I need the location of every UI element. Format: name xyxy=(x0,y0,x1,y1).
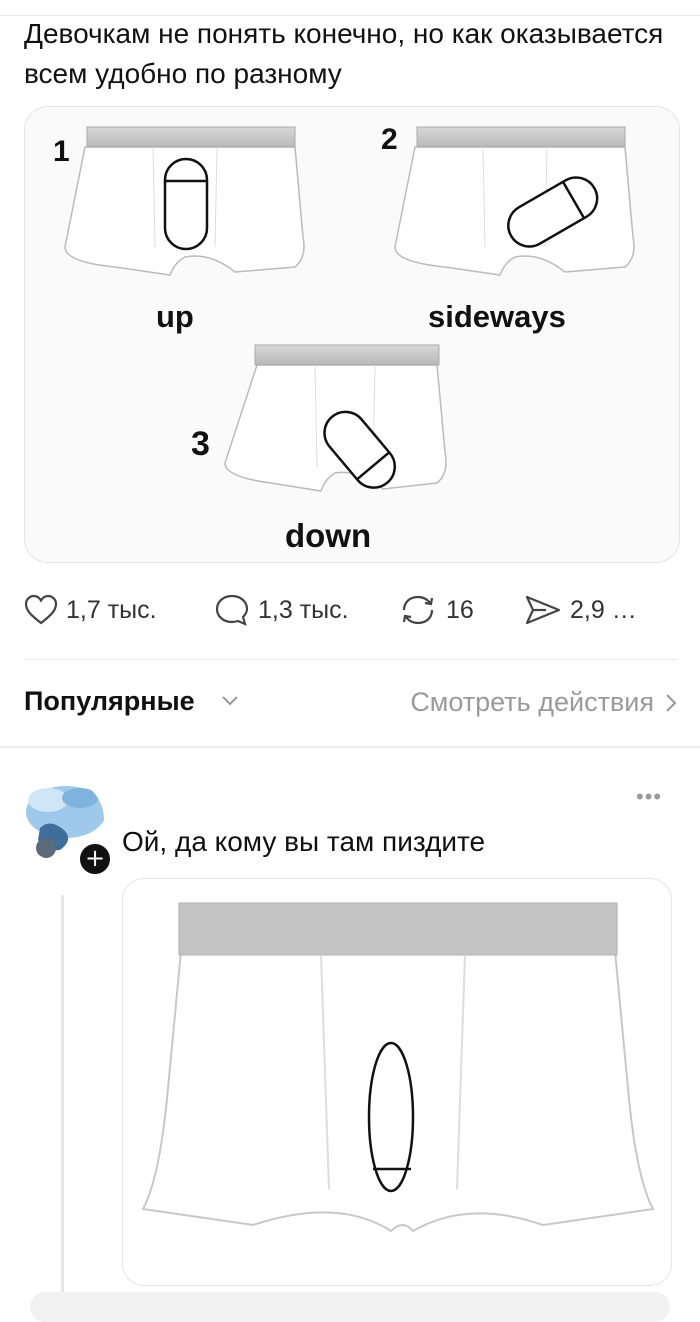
reply-avatar-area[interactable]: + xyxy=(20,778,112,876)
reply-image[interactable] xyxy=(122,878,672,1286)
next-comment-preview xyxy=(30,1292,670,1322)
underwear-3 xyxy=(224,344,447,492)
panel-1-number: 1 xyxy=(53,135,70,168)
like-count: 1,7 тыс. xyxy=(66,595,157,624)
heart-icon xyxy=(24,594,58,625)
post-actions-bar: 1,7 тыс. 1,3 тыс. 16 2,9 … xyxy=(24,588,664,632)
underwear-2 xyxy=(394,126,635,276)
position-up-shape xyxy=(163,157,209,251)
repost-count: 16 xyxy=(446,595,474,624)
comments-sort-row: Популярные Смотреть действия xyxy=(24,684,678,724)
views-button[interactable]: 2,9 … xyxy=(524,588,637,632)
views-count: 2,9 … xyxy=(570,595,637,624)
chevron-right-icon xyxy=(666,693,677,712)
underwear-drawing xyxy=(141,902,655,1233)
view-actions-label: Смотреть действия xyxy=(410,687,654,717)
divider xyxy=(24,659,678,660)
sort-dropdown[interactable]: Популярные xyxy=(24,686,195,717)
post-text: Девочкам не понять конечно, но как оказы… xyxy=(24,18,664,89)
panel-3-number: 3 xyxy=(191,425,210,463)
reply-text: Ой, да кому вы там пиздите xyxy=(122,826,486,857)
underwear-1 xyxy=(64,126,305,276)
post-image[interactable]: 1 up 2 sideways 3 down xyxy=(24,106,680,563)
more-dots-icon[interactable]: ••• xyxy=(636,786,662,808)
comment-count: 1,3 тыс. xyxy=(258,595,349,624)
panel-3-label: down xyxy=(285,517,371,554)
section-divider xyxy=(0,746,700,748)
comment-bubble-icon xyxy=(215,594,249,626)
view-actions-link[interactable]: Смотреть действия xyxy=(410,687,678,718)
chevron-down-icon[interactable] xyxy=(220,694,240,708)
thread-line xyxy=(61,895,64,1303)
panel-2-label: sideways xyxy=(428,299,566,334)
comment-button[interactable]: 1,3 тыс. xyxy=(214,588,349,632)
repost-button[interactable]: 16 xyxy=(398,588,474,632)
share-arrow-icon xyxy=(525,595,561,625)
underwear-diagram: 1 up 2 sideways 3 down xyxy=(53,123,635,554)
follow-badge[interactable]: + xyxy=(78,842,112,876)
panel-2-number: 2 xyxy=(381,123,398,156)
repost-icon xyxy=(402,595,434,625)
panel-1-label: up xyxy=(156,299,194,334)
like-button[interactable]: 1,7 тыс. xyxy=(24,588,157,632)
